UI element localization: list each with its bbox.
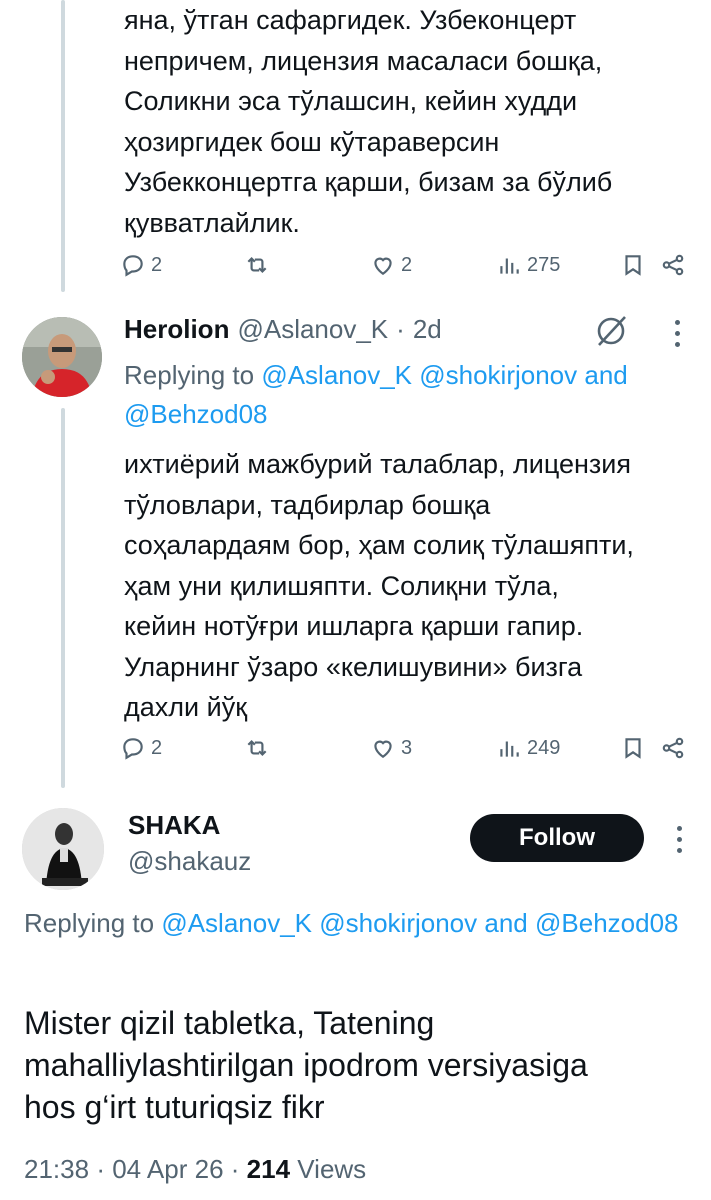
more-icon[interactable] xyxy=(673,320,681,353)
share-button[interactable] xyxy=(660,252,686,278)
repost-button[interactable] xyxy=(244,252,270,278)
user-handle[interactable]: @shakauz xyxy=(128,846,251,877)
views-icon xyxy=(500,741,519,757)
replying-to: Replying to @Aslanov_K @shokirjonov and … xyxy=(24,904,684,943)
user-handle[interactable]: @Aslanov_K xyxy=(237,314,388,345)
more-icon[interactable] xyxy=(675,826,683,859)
tweet-meta: 21:38 · 04 Apr 26 · 214 Views xyxy=(24,1154,366,1185)
views-icon xyxy=(500,258,519,274)
display-name[interactable]: Herolion xyxy=(124,314,229,345)
mention-and: and xyxy=(484,908,528,938)
avatar[interactable] xyxy=(22,317,102,397)
share-icon xyxy=(662,254,684,276)
mention-link[interactable]: @Behzod08 xyxy=(535,908,679,938)
bookmark-button[interactable] xyxy=(620,252,646,278)
like-button[interactable]: 2 xyxy=(370,252,412,278)
reply-icon xyxy=(123,255,143,277)
reply-count: 2 xyxy=(151,253,163,276)
tweet-header: Herolion @Aslanov_K · 2d xyxy=(124,314,442,345)
mention-link[interactable]: @Aslanov_K @shokirjonov xyxy=(261,360,577,390)
bookmark-icon xyxy=(625,255,641,276)
views-count: 249 xyxy=(527,736,561,759)
views-count: 214 xyxy=(246,1154,291,1184)
like-count: 2 xyxy=(401,253,413,276)
thread-line xyxy=(61,408,65,788)
share-button[interactable] xyxy=(660,735,686,761)
grok-icon[interactable] xyxy=(594,313,630,349)
tweet-text: ихтиёрий мажбурий талаблар, лицензия тўл… xyxy=(124,449,634,722)
timestamp[interactable]: 2d xyxy=(413,314,442,345)
heart-icon xyxy=(374,740,392,758)
avatar[interactable] xyxy=(22,808,104,890)
mention-and: and xyxy=(584,360,628,390)
views-button[interactable]: 249 xyxy=(496,735,560,761)
mention-link[interactable]: @Aslanov_K @shokirjonov xyxy=(161,908,477,938)
reply-icon xyxy=(123,738,143,760)
share-icon xyxy=(662,737,684,759)
reply-button[interactable]: 2 xyxy=(120,252,162,278)
display-name[interactable]: SHAKA xyxy=(128,810,220,841)
follow-button[interactable]: Follow xyxy=(470,814,644,862)
separator: · xyxy=(396,314,405,344)
replying-label: Replying to xyxy=(24,908,155,938)
replying-to: Replying to @Aslanov_K @shokirjonov and … xyxy=(124,356,684,434)
tweet-actions: 2 3 249 xyxy=(120,735,690,767)
like-button[interactable]: 3 xyxy=(370,735,412,761)
tweet-text: Mister qizil tabletka, Tatening mahalliy… xyxy=(24,1005,588,1125)
views-label: Views xyxy=(297,1154,367,1184)
repost-button[interactable] xyxy=(244,735,270,761)
bookmark-button[interactable] xyxy=(620,735,646,761)
views-count: 275 xyxy=(527,253,561,276)
tweet-text: яна, ўтган сафаргидек. Узбеконцерт непри… xyxy=(124,5,613,238)
tweet-date[interactable]: 04 Apr 26 xyxy=(112,1154,223,1184)
views-button[interactable]: 275 xyxy=(496,252,560,278)
repost-icon xyxy=(247,256,267,274)
separator: · xyxy=(230,1154,240,1184)
repost-icon xyxy=(247,739,267,757)
bookmark-icon xyxy=(625,738,641,759)
tweet-time[interactable]: 21:38 xyxy=(24,1154,89,1184)
tweet-actions: 2 2 275 xyxy=(120,252,690,284)
replying-label: Replying to xyxy=(124,360,255,390)
reply-count: 2 xyxy=(151,736,163,759)
reply-button[interactable]: 2 xyxy=(120,735,162,761)
mention-link[interactable]: @Behzod08 xyxy=(124,399,268,429)
heart-icon xyxy=(374,257,392,275)
thread-line xyxy=(61,0,65,292)
separator: · xyxy=(96,1154,105,1184)
like-count: 3 xyxy=(401,736,413,759)
